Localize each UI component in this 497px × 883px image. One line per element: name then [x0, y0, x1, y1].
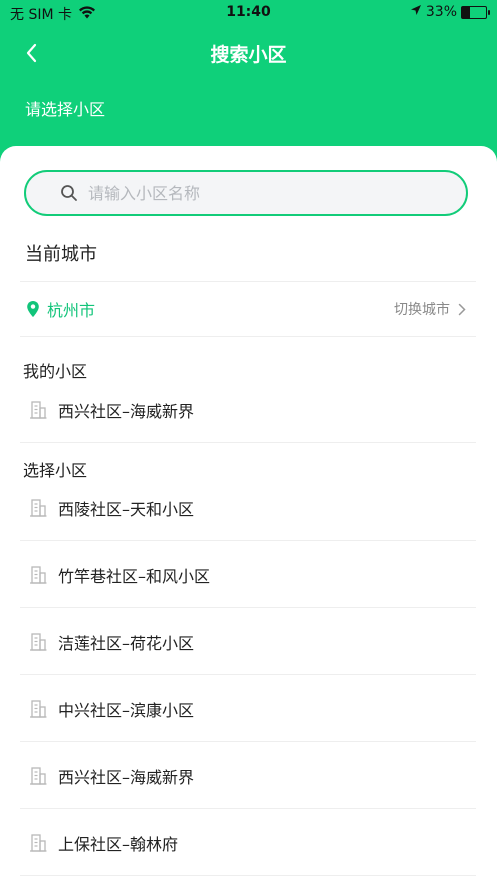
community-name: 上保社区–翰林府	[58, 834, 179, 854]
status-bar: 无 SIM 卡 11:40 33%	[0, 0, 497, 26]
location-arrow-icon	[410, 4, 422, 20]
battery-fill	[462, 6, 470, 18]
community-item[interactable]: 上保社区–翰林府	[20, 810, 476, 876]
community-name: 西兴社区–海威新界	[58, 401, 195, 421]
building-icon	[30, 833, 47, 852]
current-city-name: 杭州市	[47, 301, 96, 320]
community-item[interactable]: 西兴社区–海威新界	[20, 743, 476, 809]
building-icon	[30, 400, 47, 419]
building-icon	[30, 766, 47, 785]
community-item[interactable]: 竹竿巷社区–和风小区	[20, 542, 476, 608]
community-name: 洁莲社区–荷花小区	[58, 633, 195, 653]
building-icon	[30, 565, 47, 584]
community-item[interactable]: 西陵社区–天和小区	[20, 475, 476, 541]
location-pin-icon	[27, 301, 39, 317]
building-icon	[30, 632, 47, 651]
community-item[interactable]: 中兴社区–滨康小区	[20, 676, 476, 742]
content-sheet: 当前城市 杭州市 切换城市 我的小区 西兴社区–海威新界 选择小区	[0, 146, 497, 883]
community-item[interactable]: 洁莲社区–荷花小区	[20, 609, 476, 675]
community-name: 西兴社区–海威新界	[58, 767, 195, 787]
search-icon	[60, 184, 78, 202]
search-bar[interactable]	[24, 170, 468, 216]
status-right: 33%	[410, 4, 490, 20]
battery-percent: 33%	[425, 4, 457, 20]
chevron-right-icon	[458, 303, 466, 315]
building-icon	[30, 498, 47, 517]
switch-city-button[interactable]: 切换城市	[394, 299, 466, 319]
building-icon	[30, 699, 47, 718]
switch-city-label: 切换城市	[394, 302, 450, 318]
community-name: 竹竿巷社区–和风小区	[58, 566, 211, 586]
current-city-row[interactable]: 杭州市 切换城市	[20, 282, 476, 336]
battery-icon	[461, 5, 490, 19]
page-title: 搜索小区	[210, 44, 287, 66]
divider	[20, 336, 476, 337]
current-city-heading: 当前城市	[25, 244, 97, 265]
search-input[interactable]	[86, 182, 450, 204]
my-community-item[interactable]: 西兴社区–海威新界	[20, 377, 476, 443]
community-name: 西陵社区–天和小区	[58, 499, 195, 519]
page-subtitle: 请选择小区	[25, 100, 106, 119]
community-name: 中兴社区–滨康小区	[58, 700, 195, 720]
